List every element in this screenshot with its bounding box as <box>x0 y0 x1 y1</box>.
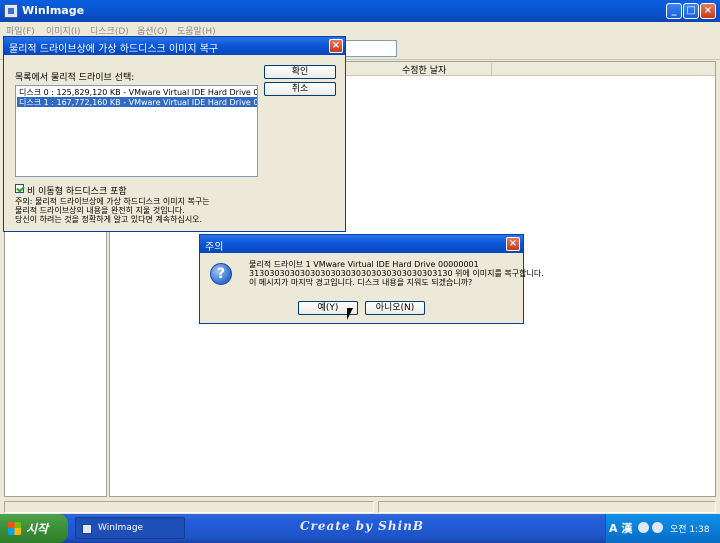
confirm-dialog-title: 주의 <box>205 242 224 253</box>
confirm-message-line: 물리적 드라이브 1 VMware Virtual IDE Hard Drive… <box>249 260 479 269</box>
desktop: WinImage _ □ × 파일(F) 이미지(I) 디스크(D) 옵션(O)… <box>0 0 720 543</box>
cancel-button[interactable]: 취소 <box>264 82 336 96</box>
taskbar-item-winimage[interactable]: WinImage <box>75 517 185 539</box>
system-tray: A 漢 오전 1:38 <box>605 514 720 543</box>
clock[interactable]: 오전 1:38 <box>670 522 710 535</box>
restore-image-dialog: 물리적 드라이브상에 가상 하드디스크 이미지 복구 × 목록에서 물리적 드라… <box>3 36 346 232</box>
column-separator[interactable] <box>491 63 492 75</box>
winimage-icon <box>82 524 92 534</box>
checkbox-label[interactable]: 비 이동형 하드디스크 포함 <box>27 184 127 197</box>
taskbar-item-label: WinImage <box>98 523 144 533</box>
column-modified-date[interactable]: 수정한 날자 <box>402 63 446 76</box>
start-label: 시작 <box>26 522 49 536</box>
start-button[interactable]: 시작 <box>0 514 68 543</box>
restore-dialog-title-bar: 물리적 드라이브상에 가상 하드디스크 이미지 복구 × <box>4 37 345 55</box>
mouse-cursor-icon <box>347 308 353 320</box>
include-fixed-disk-checkbox[interactable] <box>15 184 24 193</box>
status-cell <box>4 501 374 513</box>
drive-list-label: 목록에서 물리적 드라이브 선택: <box>15 73 135 83</box>
status-bar <box>0 499 720 514</box>
warning-note-line: 주의: 물리적 드라이브상에 가상 하드디스크 이미지 복구는 <box>15 197 210 206</box>
question-icon: ? <box>210 263 232 285</box>
restore-dialog-title: 물리적 드라이브상에 가상 하드디스크 이미지 복구 <box>9 44 219 55</box>
no-button[interactable]: 아니오(N) <box>365 301 425 315</box>
warning-note: 주의: 물리적 드라이브상에 가상 하드디스크 이미지 복구는 물리적 드라이브… <box>15 197 335 224</box>
minimize-button[interactable]: _ <box>666 3 682 19</box>
drive-list-item[interactable]: 디스크 0 : 125,829,120 KB - VMware Virtual … <box>17 87 257 97</box>
winimage-icon <box>4 4 18 18</box>
status-cell <box>378 501 716 513</box>
close-window-button[interactable]: × <box>700 3 716 19</box>
tray-icon[interactable] <box>652 522 663 533</box>
maximize-button[interactable]: □ <box>683 3 699 19</box>
confirm-message-line: 3130303030303030303030303030303030303130… <box>249 269 544 278</box>
confirm-message-line: 이 메시지가 마지막 경고입니다. 디스크 내용을 지워도 되겠습니까? <box>249 278 473 287</box>
windows-logo-icon <box>8 522 21 535</box>
drive-list-item-selected[interactable]: 디스크 1 : 167,772,160 KB - VMware Virtual … <box>17 97 257 107</box>
language-indicator[interactable]: A 漢 <box>609 520 632 536</box>
restore-dialog-close-button[interactable]: × <box>329 39 343 53</box>
drive-list[interactable]: 디스크 0 : 125,829,120 KB - VMware Virtual … <box>15 85 258 177</box>
taskbar: 시작 WinImage Create by ShinB A 漢 오전 1:38 <box>0 514 720 543</box>
confirm-dialog-close-button[interactable]: × <box>506 237 520 251</box>
confirm-dialog: 주의 × ? 물리적 드라이브 1 VMware Virtual IDE Har… <box>199 234 544 324</box>
ok-button[interactable]: 확인 <box>264 65 336 79</box>
window-title: WinImage <box>22 4 85 17</box>
warning-note-line: 당신이 하려는 것을 정확하게 알고 있다면 계속하십시오. <box>15 215 203 224</box>
tray-icon[interactable] <box>638 522 649 533</box>
warning-note-line: 물리적 드라이브상의 내용을 완전히 지울 것입니다. <box>15 206 185 215</box>
confirm-dialog-title-bar: 주의 × <box>200 235 523 253</box>
confirm-message: 물리적 드라이브 1 VMware Virtual IDE Hard Drive… <box>249 260 544 287</box>
main-title-bar: WinImage _ □ × <box>0 0 720 22</box>
watermark: Create by ShinB <box>300 519 424 533</box>
